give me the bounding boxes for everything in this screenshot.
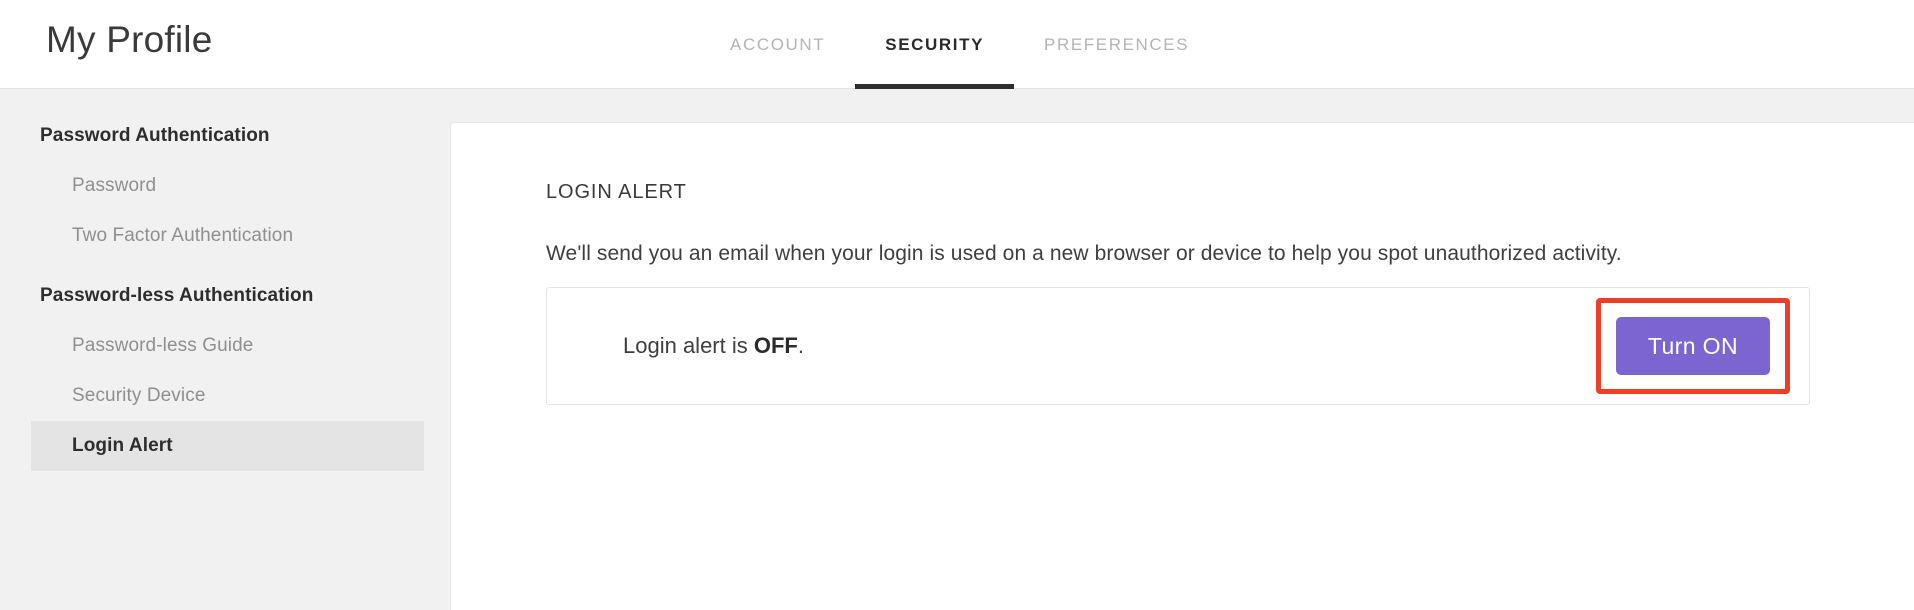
tab-account[interactable]: ACCOUNT (700, 0, 855, 89)
section-heading: LOGIN ALERT (546, 181, 687, 203)
sidebar-item-two-factor-authentication[interactable]: Two Factor Authentication (0, 211, 450, 261)
turn-on-button[interactable]: Turn ON (1615, 317, 1770, 375)
page-title: My Profile (46, 19, 213, 60)
login-alert-status-panel: Login alert is OFF. Turn ON (546, 287, 1810, 405)
profile-security-page: My Profile ACCOUNT SECURITY PREFERENCES … (0, 0, 1914, 610)
sidebar-item-password-less-guide[interactable]: Password-less Guide (0, 321, 450, 371)
content-card: LOGIN ALERT We'll send you an email when… (450, 122, 1914, 610)
page-body: Password Authentication Password Two Fac… (0, 89, 1914, 610)
sidebar-item-password[interactable]: Password (0, 161, 450, 211)
tab-bar: ACCOUNT SECURITY PREFERENCES (700, 0, 1219, 89)
tab-security[interactable]: SECURITY (855, 0, 1014, 89)
tab-account-label: ACCOUNT (730, 34, 826, 54)
status-badge: OFF (753, 333, 798, 358)
sidebar-group-password-less-authentication: Password-less Authentication (40, 285, 314, 306)
status-suffix: . (797, 333, 804, 358)
page-header: My Profile ACCOUNT SECURITY PREFERENCES (0, 0, 1914, 89)
login-alert-status-text: Login alert is OFF. (623, 333, 804, 359)
section-description: We'll send you an email when your login … (546, 242, 1622, 265)
status-prefix: Login alert is (623, 333, 754, 358)
tab-preferences-label: PREFERENCES (1044, 34, 1190, 54)
sidebar-item-login-alert[interactable]: Login Alert (31, 421, 424, 471)
turn-on-button-highlight: Turn ON (1595, 298, 1790, 394)
tab-preferences[interactable]: PREFERENCES (1014, 0, 1219, 89)
sidebar: Password Authentication Password Two Fac… (0, 89, 450, 610)
sidebar-item-security-device[interactable]: Security Device (0, 371, 450, 421)
tab-security-label: SECURITY (885, 34, 985, 54)
sidebar-group-password-authentication: Password Authentication (40, 125, 270, 146)
